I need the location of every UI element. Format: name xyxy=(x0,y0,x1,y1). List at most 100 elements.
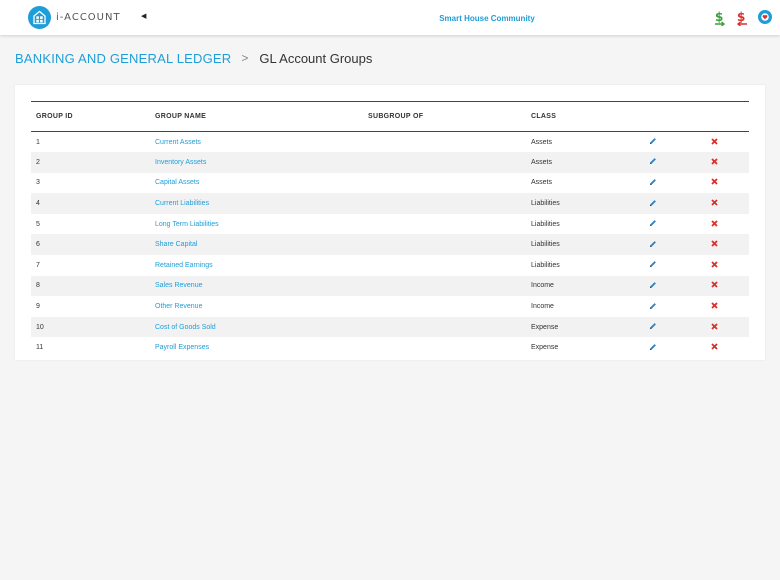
edit-cell xyxy=(649,173,711,194)
subgroup-cell xyxy=(368,214,531,235)
group-name-link[interactable]: Inventory Assets xyxy=(155,152,368,173)
subgroup-cell xyxy=(368,337,531,358)
pencil-icon[interactable] xyxy=(649,302,657,312)
delete-cell xyxy=(711,276,749,297)
column-header-group-id[interactable]: GROUP ID xyxy=(31,102,155,132)
breadcrumb-separator: > xyxy=(241,51,249,65)
edit-cell xyxy=(649,296,711,317)
column-header-group-name[interactable]: GROUP NAME xyxy=(155,102,368,132)
pencil-icon[interactable] xyxy=(649,199,657,209)
group-name-link[interactable]: Share Capital xyxy=(155,234,368,255)
class-cell: Liabilities xyxy=(531,241,560,249)
delete-cell xyxy=(711,214,749,235)
edit-cell xyxy=(649,317,711,338)
community-name: Smart House Community xyxy=(439,14,535,23)
table-row: 11 Payroll Expenses Expense xyxy=(31,337,749,358)
heart-icon[interactable] xyxy=(758,10,772,24)
subgroup-cell xyxy=(368,296,531,317)
group-name-link[interactable]: Cost of Goods Sold xyxy=(155,317,368,338)
class-cell: Assets xyxy=(531,179,553,187)
group-name-link[interactable]: Sales Revenue xyxy=(155,276,368,297)
class-cell: Income xyxy=(531,303,554,311)
group-id-cell: 5 xyxy=(36,220,40,228)
group-id-cell: 8 xyxy=(36,282,40,290)
column-header-class[interactable]: CLASS xyxy=(531,102,649,132)
subgroup-cell xyxy=(368,234,531,255)
group-name-link[interactable]: Payroll Expenses xyxy=(155,337,368,358)
group-name-link[interactable]: Retained Earnings xyxy=(155,255,368,276)
pencil-icon[interactable] xyxy=(649,260,657,270)
table-row: 7 Retained Earnings Liabilities xyxy=(31,255,749,276)
edit-cell xyxy=(649,337,711,358)
table-header-row: GROUP ID GROUP NAME SUBGROUP OF CLASS xyxy=(31,101,749,132)
table-row: 4 Current Liabilities Liabilities xyxy=(31,193,749,214)
close-icon[interactable] xyxy=(711,281,718,290)
column-header-delete xyxy=(711,102,749,132)
group-id-cell: 11 xyxy=(36,344,44,352)
close-icon[interactable] xyxy=(711,158,718,167)
delete-cell xyxy=(711,255,749,276)
class-cell: Assets xyxy=(531,158,553,166)
group-id-cell: 4 xyxy=(36,200,40,208)
group-name-link[interactable]: Current Assets xyxy=(155,132,368,153)
subgroup-cell xyxy=(368,152,531,173)
delete-cell xyxy=(711,152,749,173)
pencil-icon[interactable] xyxy=(649,178,657,188)
class-cell: Expense xyxy=(531,323,559,331)
group-name-link[interactable]: Current Liabilities xyxy=(155,193,368,214)
table-row: 5 Long Term Liabilities Liabilities xyxy=(31,214,749,235)
dollar-red-icon[interactable]: $ xyxy=(735,10,749,27)
column-header-subgroup-of[interactable]: SUBGROUP OF xyxy=(368,102,531,132)
group-id-cell: 1 xyxy=(36,138,40,146)
pencil-icon[interactable] xyxy=(649,281,657,291)
delete-cell xyxy=(711,173,749,194)
close-icon[interactable] xyxy=(711,261,718,270)
table-row: 10 Cost of Goods Sold Expense xyxy=(31,316,749,338)
breadcrumb-parent-link[interactable]: BANKING AND GENERAL LEDGER xyxy=(15,51,231,66)
table-row: 1 Current Assets Assets xyxy=(31,132,749,153)
subgroup-cell xyxy=(368,173,531,194)
close-icon[interactable] xyxy=(711,302,718,311)
delete-cell xyxy=(711,296,749,317)
group-id-cell: 10 xyxy=(36,323,44,331)
class-cell: Liabilities xyxy=(531,200,560,208)
table-row: 3 Capital Assets Assets xyxy=(31,173,749,194)
pencil-icon[interactable] xyxy=(649,137,657,147)
subgroup-cell xyxy=(368,132,531,153)
table-row: 2 Inventory Assets Assets xyxy=(31,152,749,173)
pencil-icon[interactable] xyxy=(649,219,657,229)
class-cell: Liabilities xyxy=(531,220,560,228)
class-cell: Expense xyxy=(531,344,559,352)
group-name-link[interactable]: Other Revenue xyxy=(155,296,368,317)
group-name-link[interactable]: Long Term Liabilities xyxy=(155,214,368,235)
subgroup-cell xyxy=(368,193,531,214)
dollar-green-icon[interactable]: $ xyxy=(713,10,727,27)
table-row: 9 Other Revenue Income xyxy=(31,296,749,317)
class-cell: Liabilities xyxy=(531,261,560,269)
group-id-cell: 9 xyxy=(36,303,40,311)
close-icon[interactable] xyxy=(711,323,718,332)
edit-cell xyxy=(649,132,711,153)
breadcrumb: BANKING AND GENERAL LEDGER > GL Account … xyxy=(15,50,372,66)
close-icon[interactable] xyxy=(711,240,718,249)
svg-text:$: $ xyxy=(737,10,745,24)
close-icon[interactable] xyxy=(711,178,718,187)
table-row: 8 Sales Revenue Income xyxy=(31,275,749,297)
close-icon[interactable] xyxy=(711,137,718,147)
delete-cell xyxy=(711,132,749,153)
edit-cell xyxy=(649,193,711,214)
pencil-icon[interactable] xyxy=(649,157,657,167)
edit-cell xyxy=(649,276,711,297)
class-cell: Income xyxy=(531,282,554,290)
group-id-cell: 7 xyxy=(36,261,40,269)
pencil-icon[interactable] xyxy=(649,322,657,332)
close-icon[interactable] xyxy=(711,343,718,352)
close-icon[interactable] xyxy=(711,220,718,229)
edit-cell xyxy=(649,234,711,255)
edit-cell xyxy=(649,152,711,173)
gl-groups-table: GROUP ID GROUP NAME SUBGROUP OF CLASS 1 C… xyxy=(31,101,749,358)
pencil-icon[interactable] xyxy=(649,343,657,353)
pencil-icon[interactable] xyxy=(649,240,657,250)
group-name-link[interactable]: Capital Assets xyxy=(155,173,368,194)
close-icon[interactable] xyxy=(711,199,718,208)
